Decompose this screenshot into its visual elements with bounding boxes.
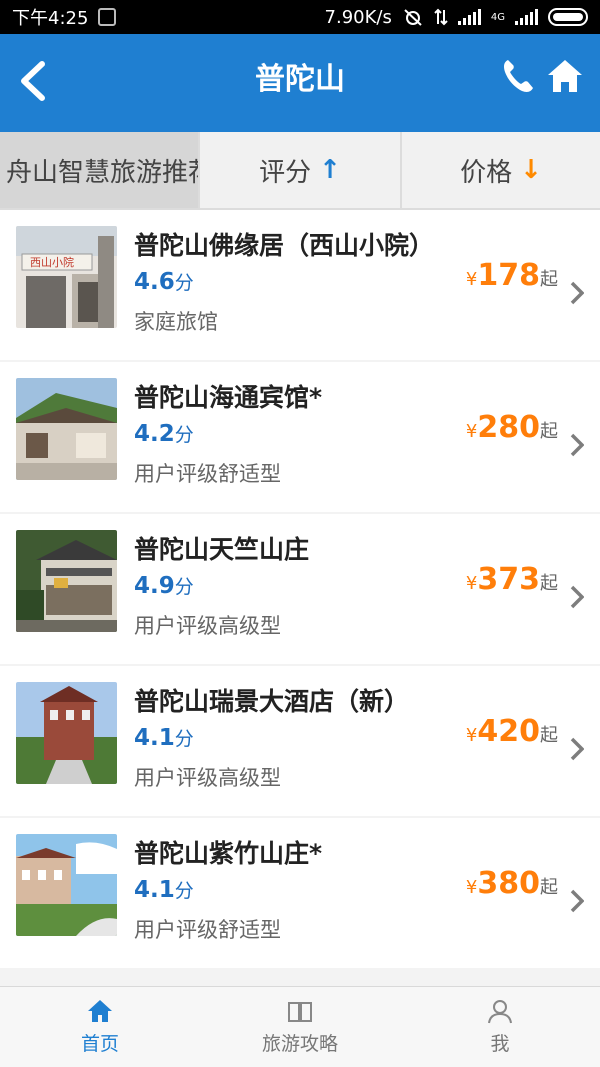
tab-price[interactable]: 价格 ↓: [402, 132, 600, 208]
home-icon: [88, 1000, 112, 1022]
nav-home-label: 首页: [80, 1033, 119, 1055]
nav-me-label: 我: [490, 1033, 510, 1055]
tab-rating-label: 评分: [259, 157, 312, 188]
chevron-right-icon: [570, 433, 584, 457]
price-suffix: 起: [540, 573, 558, 594]
bottom-nav: 首页 旅游攻略 我: [0, 986, 600, 1067]
hotel-score-value: 4.9: [134, 573, 175, 599]
chevron-right-icon: [570, 889, 584, 913]
tab-recommend[interactable]: 舟山智慧旅游推荐: [0, 132, 200, 208]
chevron-right-icon: [570, 281, 584, 305]
hotel-score-unit: 分: [174, 880, 194, 902]
filter-tabs: 舟山智慧旅游推荐 评分 ↑ 价格 ↓: [0, 132, 600, 210]
hotel-score: 4.1分: [134, 724, 194, 751]
hotel-price: ¥420起: [466, 714, 558, 749]
hotel-score-value: 4.6: [134, 269, 175, 295]
hotel-score-unit: 分: [174, 728, 194, 750]
app-header: 普陀山: [0, 34, 600, 132]
hotel-score-value: 4.1: [134, 725, 175, 751]
hotel-score-unit: 分: [174, 576, 194, 598]
hotel-price: ¥280起: [466, 410, 558, 445]
hotel-photo: 西山小院: [16, 226, 117, 328]
hotel-score-value: 4.1: [134, 877, 175, 903]
hotel-score-unit: 分: [174, 424, 194, 446]
price-suffix: 起: [540, 421, 558, 442]
hotel-list-item[interactable]: 普陀山天竺山庄 4.9分 用户评级高级型 ¥373起: [0, 514, 600, 664]
hotel-name: 普陀山天竺山庄: [134, 535, 310, 564]
hotel-type: 家庭旅馆: [134, 310, 218, 334]
hotel-type: 用户评级高级型: [134, 614, 281, 638]
hotel-type: 用户评级舒适型: [134, 462, 281, 486]
hotel-list-item[interactable]: 西山小院 普陀山佛缘居（西山小院） 4.6分 家庭旅馆 ¥178起: [0, 210, 600, 360]
hotel-score-value: 4.2: [134, 421, 175, 447]
hotel-list-item[interactable]: 普陀山瑞景大酒店（新） 4.1分 用户评级高级型 ¥420起: [0, 666, 600, 816]
price-value: 420: [477, 714, 540, 749]
currency-symbol: ¥: [465, 573, 478, 594]
chevron-right-icon: [570, 737, 584, 761]
hotel-price: ¥373起: [466, 562, 558, 597]
network-speed: 7.90K/s: [324, 6, 392, 28]
hotel-price: ¥380起: [466, 866, 558, 901]
hotel-name: 普陀山瑞景大酒店（新）: [134, 687, 410, 716]
arrow-down-icon: ↓: [520, 155, 542, 185]
nav-guide-label: 旅游攻略: [261, 1033, 338, 1055]
signal-icon-2: [515, 9, 538, 25]
price-value: 380: [477, 866, 540, 901]
alarm-off-icon: [404, 9, 422, 26]
hotel-score: 4.2分: [134, 420, 194, 447]
svg-text:西山小院: 西山小院: [30, 255, 74, 269]
price-suffix: 起: [540, 269, 558, 290]
signal-icon: [457, 9, 481, 25]
data-transfer-icon: [434, 8, 448, 26]
hotel-list-item[interactable]: 普陀山紫竹山庄* 4.1分 用户评级舒适型 ¥380起: [0, 818, 600, 968]
status-bar: 下午4:25 7.90K/s 4G: [0, 0, 600, 34]
nav-guide[interactable]: 旅游攻略: [200, 987, 400, 1067]
nav-me[interactable]: 我: [400, 987, 600, 1067]
hotel-type: 用户评级舒适型: [134, 918, 281, 942]
price-value: 280: [477, 410, 540, 445]
status-right: 7.90K/s 4G: [325, 7, 588, 28]
nav-home[interactable]: 首页: [0, 987, 200, 1067]
hotel-photo: [16, 834, 117, 936]
hotel-price: ¥178起: [466, 258, 558, 293]
price-suffix: 起: [540, 725, 558, 746]
hotel-list: 西山小院 普陀山佛缘居（西山小院） 4.6分 家庭旅馆 ¥178起 普陀山海通宾…: [0, 210, 600, 986]
tab-recommend-label: 舟山智慧旅游推荐: [6, 157, 200, 188]
currency-symbol: ¥: [465, 269, 478, 290]
hotel-score-unit: 分: [174, 272, 194, 294]
currency-symbol: ¥: [465, 421, 478, 442]
hotel-name: 普陀山紫竹山庄*: [134, 839, 323, 868]
price-value: 373: [477, 562, 540, 597]
hotel-name: 普陀山海通宾馆*: [134, 383, 323, 412]
status-time: 下午4:25: [12, 8, 89, 29]
hotel-score: 4.1分: [134, 876, 194, 903]
hotel-name: 普陀山佛缘居（西山小院）: [134, 231, 435, 260]
hotel-photo: [16, 378, 117, 480]
hotel-photo: [16, 530, 117, 632]
hotel-list-item[interactable]: 普陀山海通宾馆* 4.2分 用户评级舒适型 ¥280起: [0, 362, 600, 512]
hotel-photo: [16, 682, 117, 784]
phone-icon[interactable]: [500, 56, 536, 96]
person-icon: [488, 1000, 512, 1024]
book-icon: [288, 1002, 312, 1022]
tab-rating[interactable]: 评分 ↑: [200, 132, 402, 208]
currency-symbol: ¥: [465, 877, 478, 898]
home-icon[interactable]: [546, 56, 584, 96]
hotel-type: 用户评级高级型: [134, 766, 281, 790]
currency-symbol: ¥: [465, 725, 478, 746]
arrow-up-icon: ↑: [319, 155, 341, 185]
notification-icon: [98, 8, 117, 26]
tab-price-label: 价格: [460, 157, 513, 188]
price-value: 178: [477, 258, 540, 293]
chevron-right-icon: [570, 585, 584, 609]
battery-icon: [548, 8, 588, 26]
hotel-score: 4.9分: [134, 572, 194, 599]
hotel-score: 4.6分: [134, 268, 194, 295]
network-type: 4G: [490, 11, 505, 23]
price-suffix: 起: [540, 877, 558, 898]
